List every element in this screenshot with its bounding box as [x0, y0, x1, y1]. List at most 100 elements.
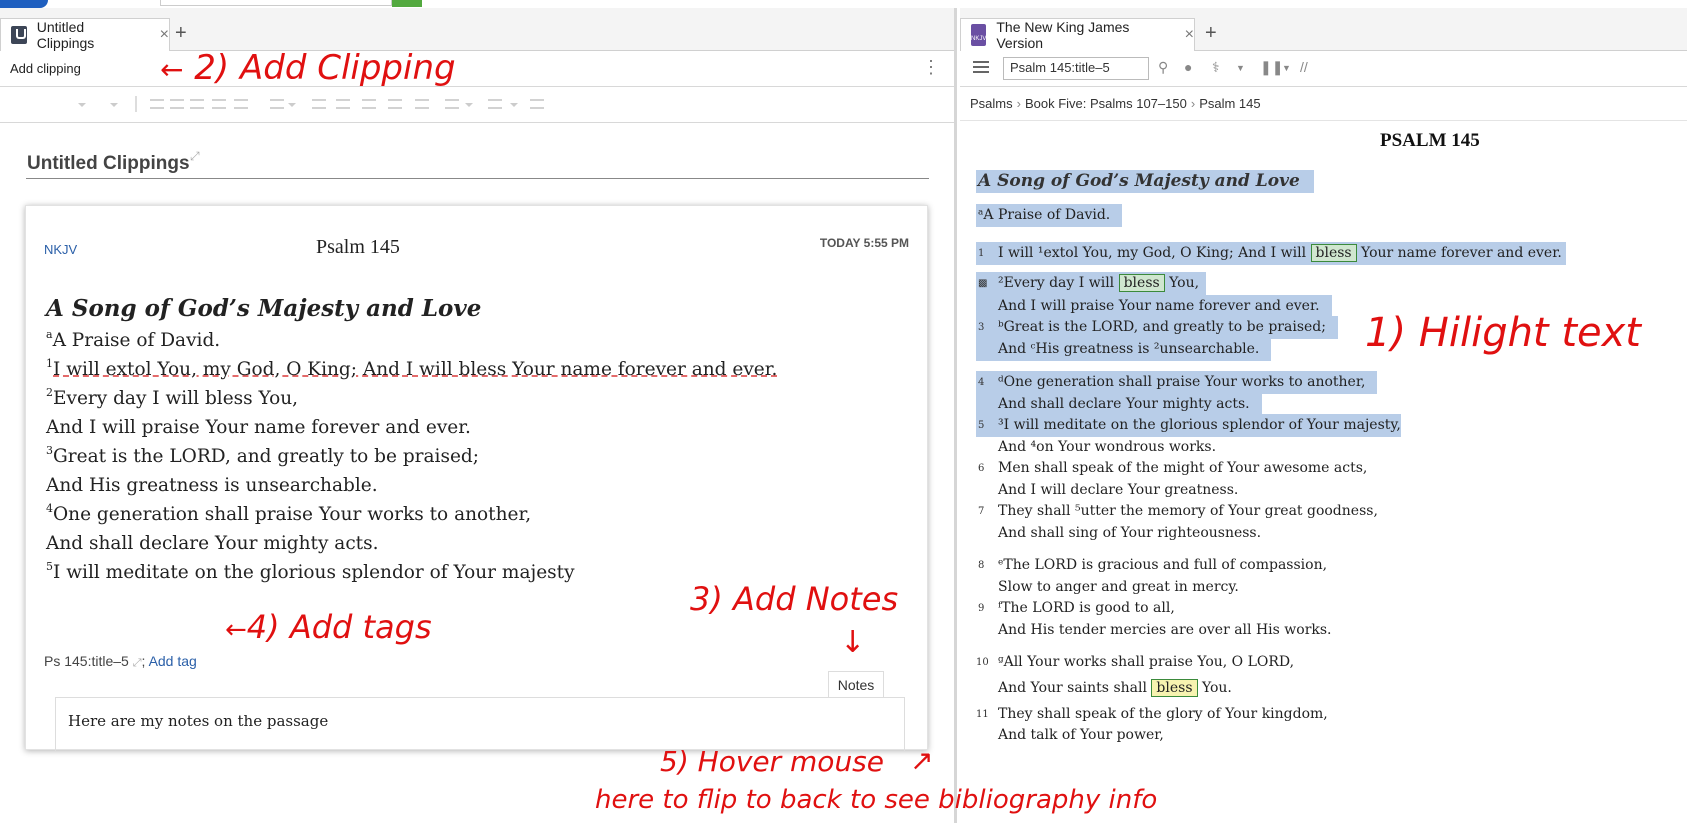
numbered-list-icon[interactable] [336, 99, 350, 109]
tag-reference[interactable]: Ps 145:title–5 [44, 653, 129, 669]
italic-icon[interactable] [170, 99, 184, 109]
superscription[interactable]: ᵃA Praise of David. [976, 204, 1123, 227]
verse-line[interactable]: And shall declare Your mighty acts. [976, 393, 1262, 416]
verse-line[interactable]: 4 ᵈOne generation shall praise Your works… [976, 371, 1378, 394]
verse-line[interactable]: And ᶜHis greatness is ²unsearchable. [976, 338, 1272, 361]
visual-filter-icon[interactable]: ⚕ [1212, 59, 1220, 76]
bold-icon[interactable] [150, 99, 164, 109]
indent-icon[interactable] [388, 99, 402, 109]
layout-dropdown-icon[interactable]: ▼ [1282, 63, 1291, 73]
book-icon: NKJV [971, 24, 987, 46]
globe-dropdown-icon[interactable] [510, 103, 518, 107]
layout-icon[interactable]: ❚❚ [1260, 59, 1283, 76]
annotation-arrow-hover: ↗ [910, 744, 934, 777]
verse-line[interactable]: ▩ ²Every day I will bless You, [976, 272, 1206, 295]
annotation-hover-mouse: 5) Hover mouse [660, 745, 884, 778]
link-dropdown-icon[interactable] [465, 103, 473, 107]
clip-line: And I will praise Your name forever and … [46, 417, 471, 438]
link-icon[interactable] [445, 99, 459, 109]
search-hit: bless [1310, 244, 1357, 262]
align-icon[interactable] [270, 99, 284, 109]
psalm-title: PSALM 145 [1380, 130, 1480, 151]
global-search-button[interactable] [392, 0, 422, 7]
notes-field[interactable]: Here are my notes on the passage [55, 697, 905, 751]
verse-line[interactable]: 3 ᵇGreat is the LORD, and greatly to be p… [976, 316, 1338, 339]
verse-line[interactable]: 7 They shall ⁵utter the memory of Your gr… [976, 500, 1378, 523]
close-icon[interactable]: × [160, 26, 169, 44]
verse-line[interactable]: 1I will ¹extol You, my God, O King; And … [976, 242, 1566, 265]
filter-dropdown-icon[interactable]: ▼ [1236, 63, 1245, 73]
search-icon[interactable]: ⚲ [1158, 59, 1168, 76]
breadcrumb-psalms[interactable]: Psalms [970, 96, 1013, 111]
verse-line[interactable]: 11 They shall speak of the glory of Your … [976, 703, 1328, 726]
breadcrumb: Psalms › Book Five: Psalms 107–150 › Psalm 1… [960, 87, 1687, 121]
subscript-icon[interactable] [234, 99, 248, 109]
tab-label: Untitled Clippings [36, 19, 95, 51]
globe-icon[interactable] [488, 99, 502, 109]
font-dropdown-icon[interactable] [78, 103, 86, 107]
verse-line[interactable]: 9 ᶠThe LORD is good to all, [976, 597, 1175, 620]
annotation-add-clipping: ← 2) Add Clipping [160, 48, 456, 88]
strikethrough-icon[interactable] [190, 99, 204, 109]
clippings-tabbar: Untitled Clippings × + [0, 8, 954, 51]
add-tab-icon[interactable]: + [1205, 22, 1217, 45]
verse-line[interactable]: And ⁴on Your wondrous works. [976, 436, 1216, 459]
psalm-heading[interactable]: A Song of God’s Majesty and Love [976, 170, 1314, 193]
add-tab-icon[interactable]: + [175, 22, 187, 45]
search-hit: bless [1118, 274, 1165, 292]
version-label[interactable]: NKJV [44, 242, 77, 257]
verse-line[interactable]: And I will declare Your greatness. [976, 479, 1238, 502]
verse-line[interactable]: 10 ᵍAll Your works shall praise You, O LO… [976, 651, 1294, 674]
verse-line[interactable]: 8 ᵉThe LORD is gracious and full of compa… [976, 554, 1327, 577]
breadcrumb-book-five[interactable]: Book Five: Psalms 107–150 [1025, 96, 1187, 111]
document-title[interactable]: Untitled Clippings [27, 153, 190, 175]
clippings-panel: Untitled Clippings × + Add clipping ⋮ Un… [0, 8, 957, 823]
add-clipping-button[interactable]: Add clipping [10, 61, 81, 76]
bullet-list-icon[interactable] [312, 99, 326, 109]
verse-line[interactable]: 5 ³I will meditate on the glorious splend… [976, 414, 1401, 437]
verse-line[interactable]: 6 Men shall speak of the might of Your aw… [976, 457, 1367, 480]
add-tag-link[interactable]: Add tag [149, 653, 197, 669]
outdent-icon[interactable] [362, 99, 376, 109]
verse-line[interactable]: And shall sing of Your righteousness. [976, 522, 1261, 545]
clip-line: 3Great is the LORD, and greatly to be pr… [46, 444, 479, 467]
clippings-toolbar: Add clipping ⋮ [0, 51, 954, 87]
card-reference[interactable]: Psalm 145 [316, 236, 400, 259]
verse-line[interactable]: And His tender mercies are over all His … [976, 619, 1332, 642]
app-logo[interactable] [0, 0, 48, 8]
format-toolbar [0, 87, 954, 123]
bible-tabbar: NKJV The New King James Version × + [960, 8, 1687, 51]
clip-line: aA Praise of David. [46, 328, 221, 351]
notes-tab[interactable]: Notes [828, 671, 884, 698]
top-strip [0, 0, 1687, 8]
reference-input[interactable]: Psalm 145:title–5 [1003, 57, 1149, 80]
sync-icon[interactable]: // [1300, 59, 1308, 75]
edit-title-icon[interactable]: ⤢ [190, 149, 200, 164]
global-search-input[interactable] [160, 0, 392, 6]
reading-plan-icon: ▩ [978, 278, 988, 289]
parallel-icon[interactable]: ● [1184, 59, 1192, 75]
tab-untitled-clippings[interactable]: Untitled Clippings × [0, 18, 170, 51]
annotation-add-notes: 3) Add Notes [690, 580, 899, 618]
align-dropdown-icon[interactable] [288, 103, 296, 107]
menu-icon[interactable] [973, 61, 989, 73]
clipping-card[interactable]: NKJV Psalm 145 TODAY 5:55 PM A Song of G… [25, 205, 928, 751]
verse-line[interactable]: And talk of Your power, [976, 724, 1164, 747]
more-options-icon[interactable]: ⋮ [922, 57, 940, 78]
clip-line: And shall declare Your mighty acts. [46, 533, 379, 554]
verse-line[interactable]: And I will praise Your name forever and … [976, 295, 1332, 318]
paragraph-icon[interactable] [415, 99, 429, 109]
divider [135, 96, 137, 112]
clipping-text[interactable]: A Song of God’s Majesty and Love aA Prai… [46, 292, 906, 587]
breadcrumb-psalm-145[interactable]: Psalm 145 [1199, 96, 1260, 111]
search-hit: bless [1151, 679, 1198, 697]
tab-nkjv[interactable]: NKJV The New King James Version × [960, 18, 1195, 51]
clipping-icon [11, 26, 27, 44]
size-dropdown-icon[interactable] [110, 103, 118, 107]
superscript-icon[interactable] [212, 99, 226, 109]
close-icon[interactable]: × [1185, 26, 1194, 44]
clear-format-icon[interactable] [530, 99, 544, 109]
edit-tag-icon[interactable]: ⤢ [133, 657, 142, 669]
verse-line[interactable]: And Your saints shall bless You. [976, 677, 1232, 700]
verse-line[interactable]: Slow to anger and great in mercy. [976, 576, 1239, 599]
